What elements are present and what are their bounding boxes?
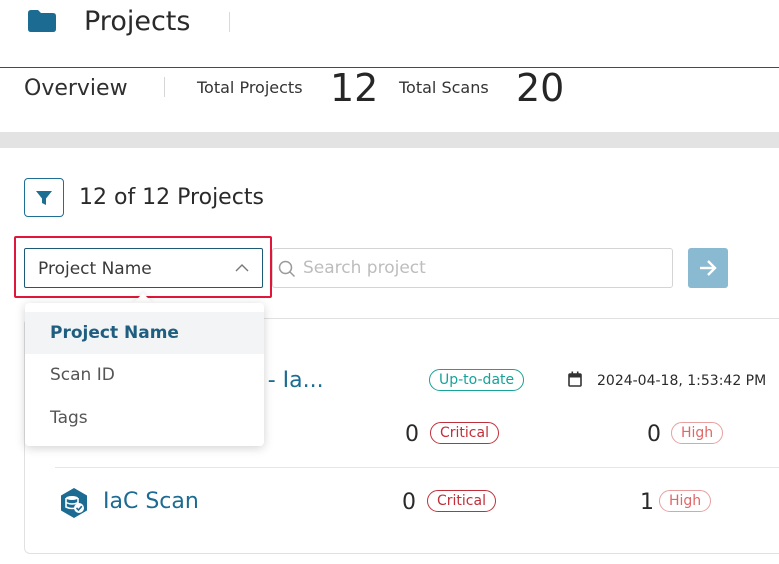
page-title: Projects [84, 6, 191, 37]
scan-date: 2024-04-18, 1:53:42 PM [597, 373, 767, 389]
overview-label: Overview [24, 76, 128, 101]
total-projects-label: Total Projects [197, 78, 303, 97]
folder-icon [28, 10, 56, 32]
total-scans-label: Total Scans [399, 78, 489, 97]
critical-badge: Critical [430, 422, 499, 444]
critical-count: 0 [402, 490, 416, 515]
high-badge: High [659, 490, 712, 512]
calendar-icon [568, 371, 582, 387]
header-divider [229, 12, 230, 32]
overview-divider [164, 77, 165, 97]
total-projects-value: 12 [330, 66, 379, 110]
iac-scan-icon [61, 488, 87, 518]
status-badge: Up-to-date [429, 369, 525, 391]
critical-badge: Critical [427, 490, 496, 512]
project-name-link[interactable]: IaC Scan [103, 488, 199, 516]
option-tags[interactable]: Tags [25, 397, 264, 439]
chevron-up-icon [235, 264, 249, 272]
search-submit-button[interactable] [688, 248, 728, 288]
filter-icon [36, 191, 52, 205]
section-separator [0, 132, 779, 148]
arrow-right-icon [700, 260, 717, 276]
high-badge: High [671, 422, 724, 444]
option-project-name[interactable]: Project Name [25, 312, 264, 354]
search-field-select[interactable]: Project Name [24, 248, 263, 288]
search-icon [278, 260, 296, 278]
total-scans-value: 20 [516, 66, 565, 110]
critical-count: 0 [405, 422, 419, 447]
option-scan-id[interactable]: Scan ID [25, 354, 264, 396]
project-count: 12 of 12 Projects [79, 185, 264, 210]
search-box[interactable] [272, 248, 673, 288]
filter-button[interactable] [24, 178, 64, 217]
row-divider [55, 467, 779, 468]
search-field-dropdown: Project Name Scan ID Tags [25, 303, 264, 446]
high-count: 0 [647, 422, 661, 447]
high-count: 1 [640, 490, 654, 515]
search-field-value: Project Name [38, 259, 152, 279]
search-input[interactable] [303, 257, 663, 279]
